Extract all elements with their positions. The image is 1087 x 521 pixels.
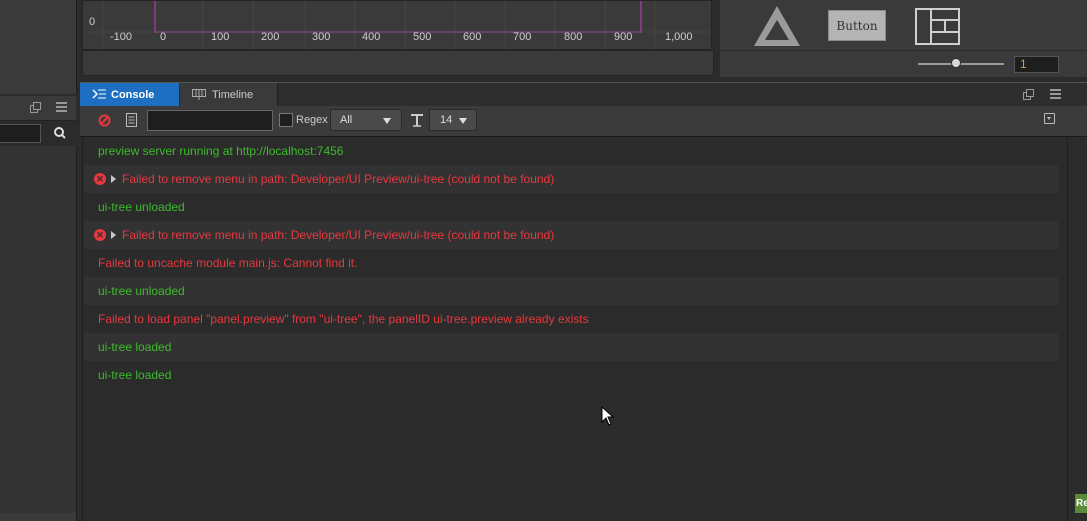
chevron-down-icon [383,118,391,124]
log-entry[interactable]: ui-tree loaded [84,361,1058,389]
console-icon [92,89,106,99]
log-entry-error[interactable]: ✕ Failed to remove menu in path: Develop… [84,221,1058,249]
corner-badge[interactable]: Re [1075,494,1087,513]
x-tick-label: 200 [261,31,280,43]
x-tick-label: 600 [463,31,482,43]
log-entry-error[interactable]: ✕ Failed to remove menu in path: Develop… [84,165,1058,193]
log-entry[interactable]: ui-tree unloaded [84,193,1058,221]
collapse-dropdown-icon[interactable] [1044,113,1055,124]
x-tick-label: 800 [564,31,583,43]
expand-caret-icon[interactable] [111,175,116,183]
y-tick-label: 0 [89,16,96,28]
log-entry-failed[interactable]: Failed to load panel "panel.preview" fro… [84,305,1058,333]
tab-timeline[interactable]: Timeline [180,83,278,106]
tab-console-label: Console [111,88,155,101]
tab-timeline-label: Timeline [212,88,254,101]
font-size-value: 14 [440,114,453,126]
graph-footer [82,50,714,76]
left-panel-body [0,146,77,521]
log-entry-failed[interactable]: Failed to uncache module main.js: Cannot… [84,249,1058,277]
chevron-down-icon [459,118,467,124]
x-tick-label: 900 [614,31,633,43]
menu-icon[interactable] [56,102,67,112]
menu-icon[interactable] [1050,89,1061,99]
zoom-slider-track[interactable] [918,63,1004,65]
console-log-list: preview server running at http://localho… [82,137,1068,521]
x-tick-label: 400 [362,31,381,43]
font-size-select[interactable]: 14 [429,109,477,131]
clear-icon[interactable] [98,114,111,127]
font-size-icon [411,114,423,127]
console-filter-input[interactable] [147,110,273,131]
console-tabbar: Console Timeline [80,82,1087,107]
left-panel-footer [0,513,76,521]
tab-console[interactable]: Console [80,83,179,106]
x-tick-label: 300 [312,31,331,43]
search-icon[interactable] [48,124,72,143]
left-panel-header [0,96,76,121]
left-search-input[interactable] [0,124,41,143]
log-entry[interactable]: ui-tree loaded [84,333,1058,361]
x-tick-label: 0 [160,31,167,43]
layout-icon [915,8,960,45]
x-tick-label: -100 [110,31,133,43]
preview-button[interactable]: Button [828,10,886,41]
zoom-slider-thumb[interactable] [951,58,961,68]
log-text: ui-tree unloaded [98,200,185,214]
x-tick-label: 100 [211,31,230,43]
log-text: Failed to uncache module main.js: Cannot… [98,256,358,270]
zoom-value-input[interactable]: 1 [1014,56,1059,73]
popout-icon[interactable] [30,102,41,113]
regex-label: Regex [296,114,328,126]
regex-checkbox[interactable] [279,113,293,127]
log-text: Failed to load panel "panel.preview" fro… [98,312,589,326]
triangle-logo-icon [754,6,800,46]
preview-controls: 1 [720,50,1087,77]
log-text: preview server running at http://localho… [98,144,344,158]
error-icon: ✕ [94,173,106,185]
expand-caret-icon[interactable] [111,231,116,239]
log-text: Failed to remove menu in path: Developer… [122,172,555,186]
log-file-icon[interactable] [126,113,137,127]
x-tick-label: 700 [513,31,532,43]
x-tick-label: 1,000 [665,31,693,43]
log-text: ui-tree loaded [98,340,172,354]
timeline-icon [192,89,206,100]
widget-preview: Button [720,0,1087,50]
curve-graph[interactable]: 0 -100 0 100 200 300 400 500 600 700 800… [82,0,712,50]
log-text: Failed to remove menu in path: Developer… [122,228,555,242]
log-entry[interactable]: ui-tree unloaded [84,277,1058,305]
console-toolbar: Regex All 14 [80,106,1087,137]
log-level-select[interactable]: All [330,109,402,131]
left-panel-top [0,0,77,94]
log-entry[interactable]: preview server running at http://localho… [84,137,1058,165]
x-tick-label: 500 [413,31,432,43]
log-text: ui-tree loaded [98,368,172,382]
popout-icon[interactable] [1023,89,1034,100]
error-icon: ✕ [94,229,106,241]
log-text: ui-tree unloaded [98,284,185,298]
mouse-cursor-icon [601,406,615,426]
log-level-value: All [340,114,353,126]
